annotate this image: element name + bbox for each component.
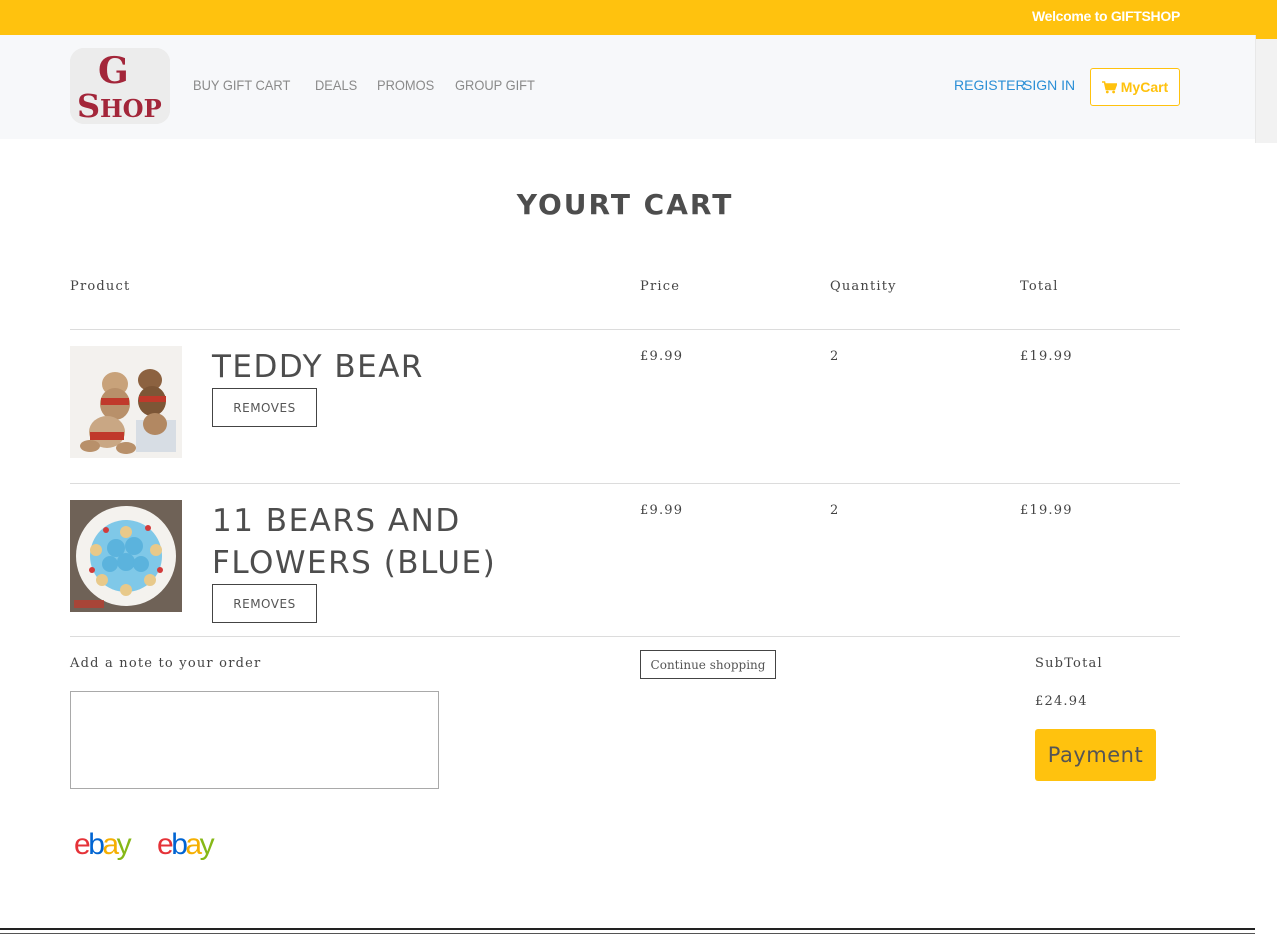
subtotal-label: SubTotal (1035, 656, 1103, 671)
gshop-logo[interactable]: G S HOP (70, 48, 170, 124)
top-welcome-bar: Welcome to GIFTSHOP (0, 0, 1277, 35)
price-cell: £9.99 (640, 503, 684, 518)
price-cell: £9.99 (640, 349, 684, 364)
quantity-cell: 2 (830, 503, 840, 518)
bears-flowers-image (70, 500, 182, 612)
nav-promos[interactable]: PROMOS (377, 77, 434, 93)
mycart-button[interactable]: MyCart (1090, 68, 1180, 106)
product-image-bears-flowers[interactable] (70, 500, 182, 612)
svg-text:HOP: HOP (100, 94, 162, 123)
subtotal-value: £24.94 (1035, 694, 1088, 709)
navbar: G S HOP BUY GIFT CART DEALS PROMOS GROUP… (0, 35, 1255, 139)
quantity-cell: 2 (830, 349, 840, 364)
svg-text:G: G (98, 50, 129, 92)
product-image-teddy-bear[interactable] (70, 346, 182, 458)
svg-text:S: S (77, 87, 100, 124)
welcome-text: Welcome to GIFTSHOP (1031, 8, 1180, 24)
order-note-field[interactable] (70, 691, 439, 789)
shopping-cart-icon (1101, 80, 1117, 93)
remove-button[interactable]: REMOVES (212, 584, 317, 623)
continue-shopping-button[interactable]: Continue shopping (640, 650, 776, 679)
nav-group-gift[interactable]: GROUP GIFT (455, 77, 535, 93)
page-title: YOURT CART (516, 188, 734, 221)
remove-button[interactable]: REMOVES (212, 388, 317, 427)
total-cell: £19.99 (1020, 503, 1073, 518)
product-name: 11 BEARS AND FLOWERS (BLUE) (212, 503, 497, 581)
footer-divider (0, 933, 1255, 934)
header-total: Total (1020, 279, 1059, 294)
divider (70, 483, 1180, 484)
register-link[interactable]: REGISTER (954, 77, 1026, 93)
order-note-label: Add a note to your order (70, 656, 262, 671)
payment-button[interactable]: Payment (1035, 729, 1156, 781)
mycart-label: MyCart (1120, 79, 1169, 95)
gshop-logo-icon: G S HOP (70, 48, 170, 124)
header-quantity: Quantity (830, 279, 897, 294)
divider (70, 329, 1180, 330)
nav-deals[interactable]: DEALS (315, 77, 357, 93)
total-cell: £19.99 (1020, 349, 1073, 364)
signin-link[interactable]: SIGN IN (1023, 77, 1075, 93)
product-name: TEDDY BEAR (212, 349, 424, 385)
teddy-bear-image (70, 346, 182, 458)
header-product: Product (70, 279, 131, 294)
main-nav: BUY GIFT CART DEALS PROMOS GROUP GIFT (193, 77, 558, 93)
nav-buy-gift-cart[interactable]: BUY GIFT CART (193, 77, 290, 93)
scrollbar[interactable] (1255, 35, 1277, 143)
ebay-logo[interactable]: ebay (157, 828, 214, 862)
header-price: Price (640, 279, 681, 294)
divider (70, 636, 1180, 637)
ebay-logo[interactable]: ebay (74, 828, 131, 862)
footer-divider (0, 928, 1255, 930)
scrollbar-thumb[interactable] (1256, 35, 1277, 39)
